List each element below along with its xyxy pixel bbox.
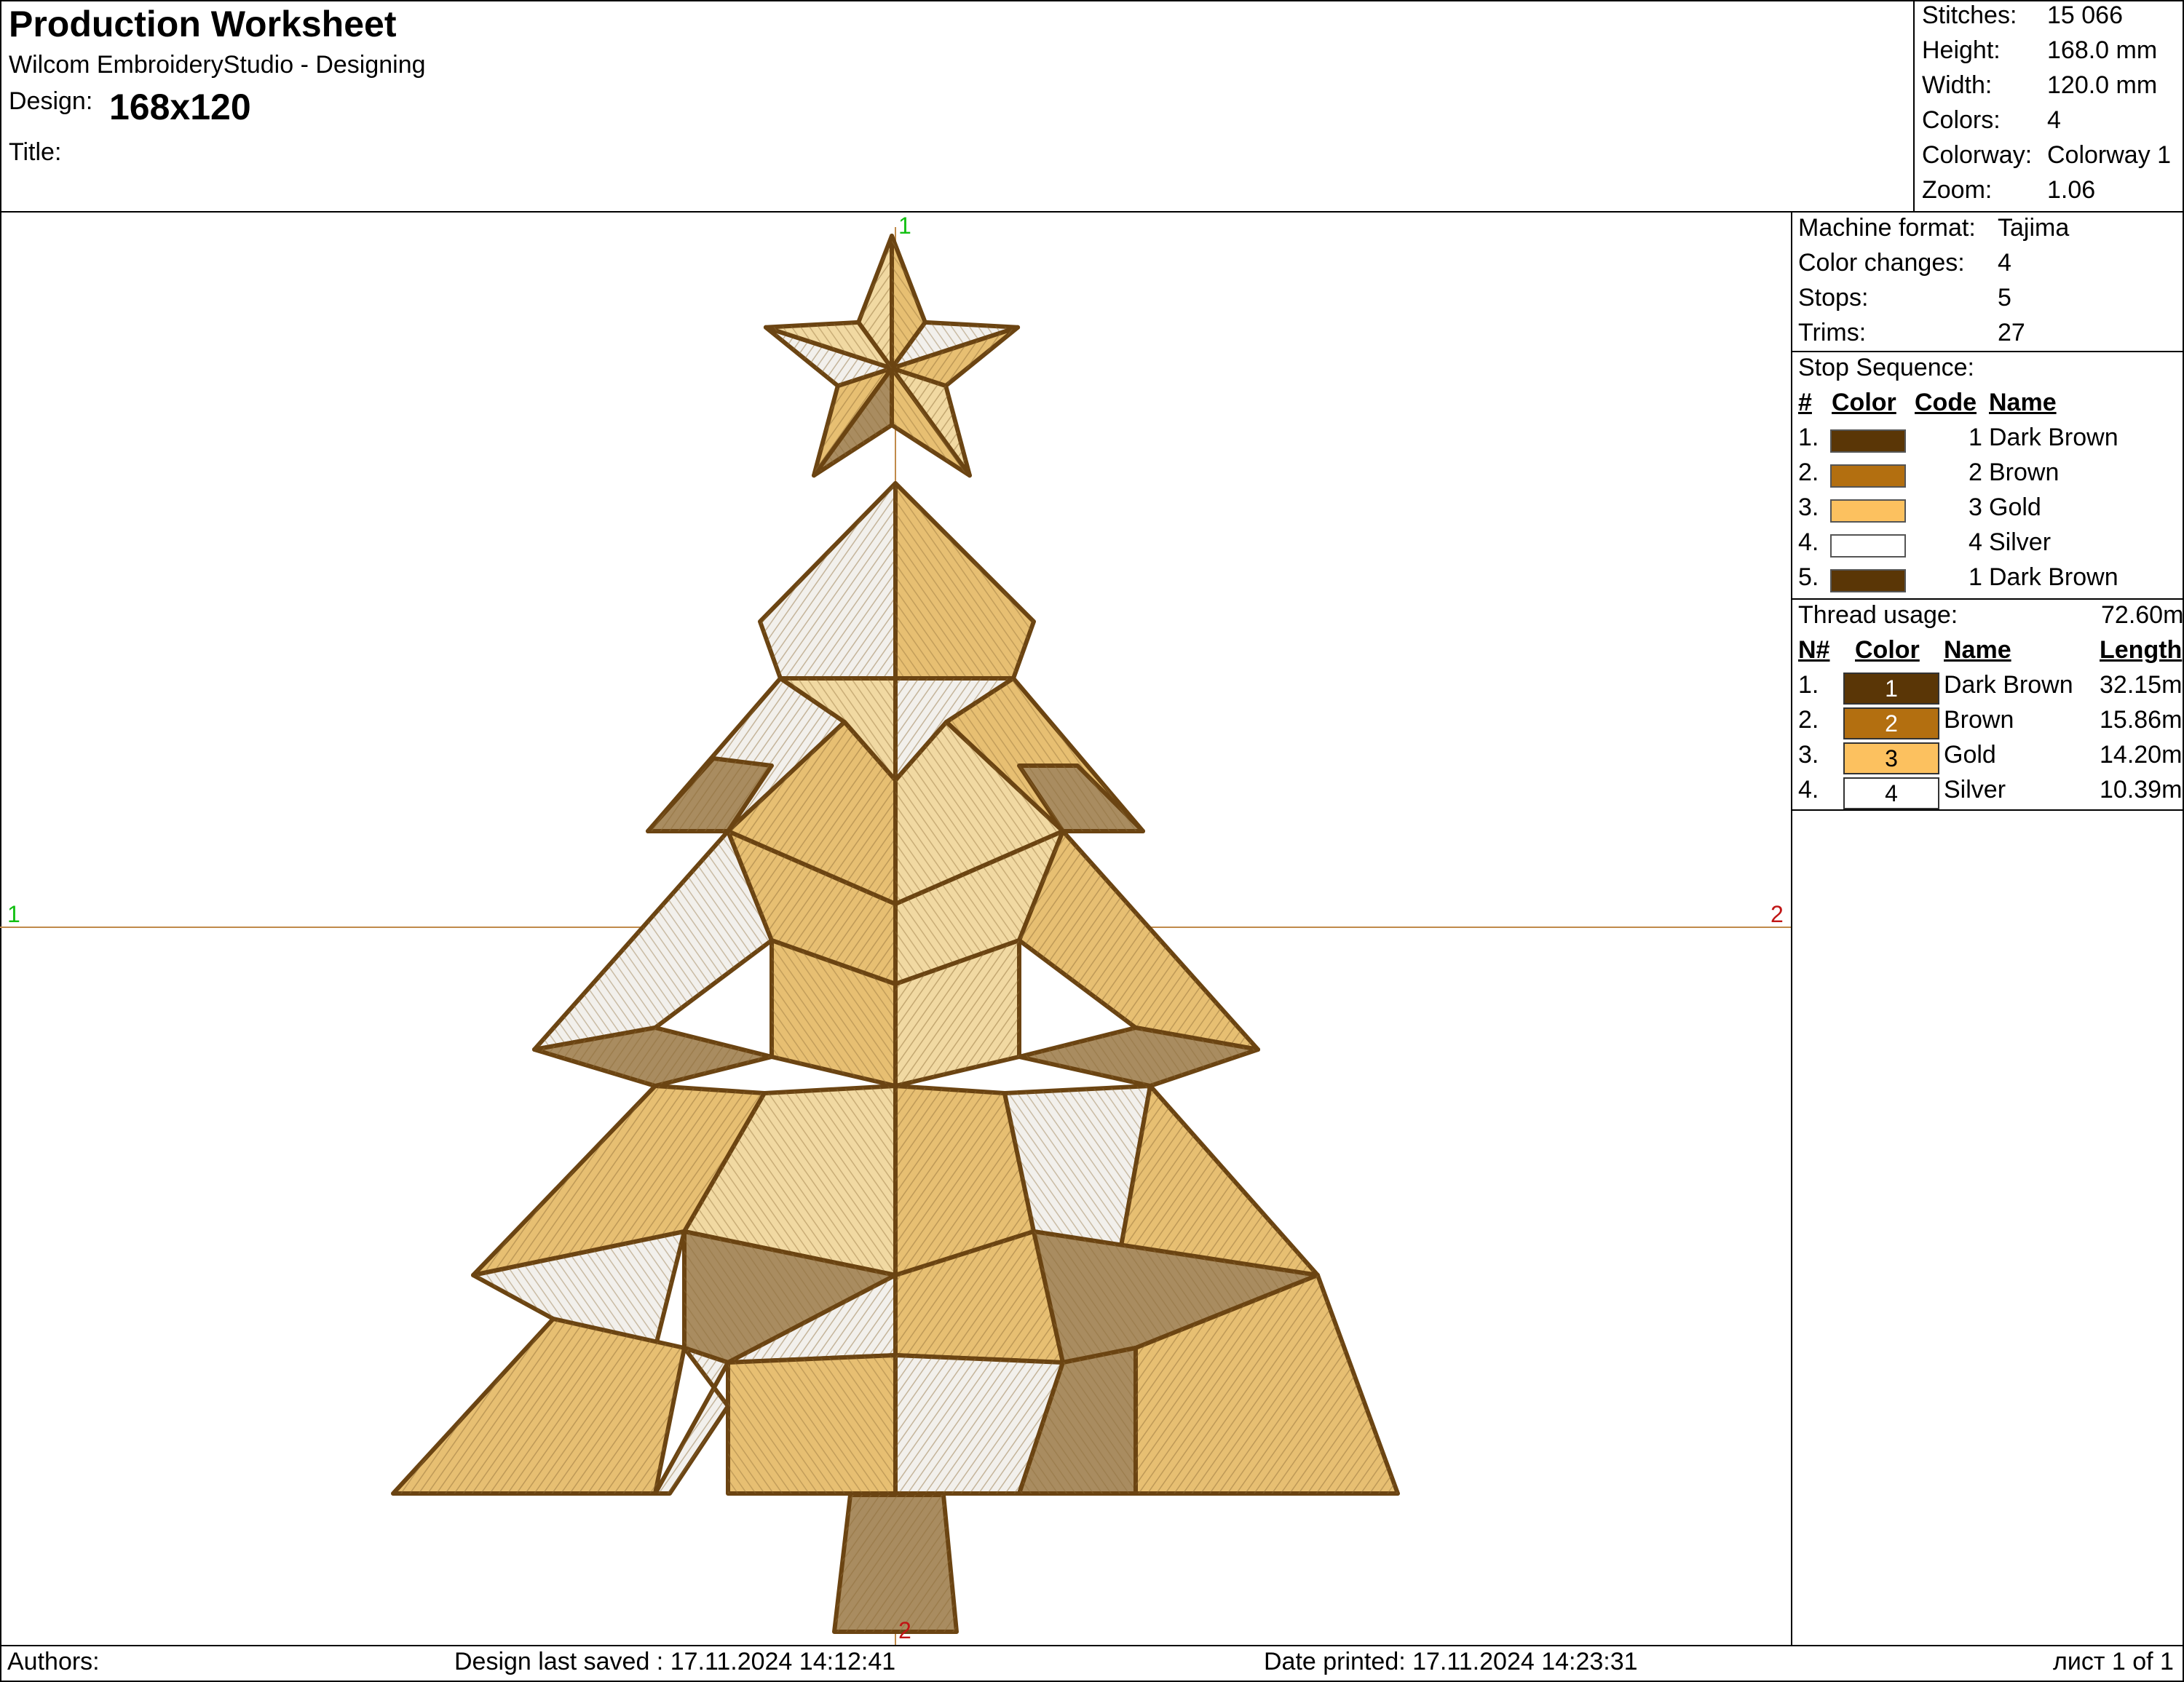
stop-row: 4. 4 Silver bbox=[1798, 528, 2052, 558]
color-swatch bbox=[1830, 499, 1906, 523]
stop-header-num: # bbox=[1798, 389, 1812, 416]
design-preview: 1 2 1 2 bbox=[0, 213, 1791, 1645]
thread-row: 4. 4 Silver 10.39m bbox=[1798, 776, 2182, 809]
thread-header-name: Name bbox=[1944, 636, 2011, 664]
worksheet-footer: Authors: Design last saved : 17.11.2024 … bbox=[0, 1646, 2184, 1682]
color-swatch bbox=[1830, 429, 1906, 453]
tree-facet-stitch-texture bbox=[393, 1319, 684, 1493]
design-last-saved: Design last saved : 17.11.2024 14:12:41 bbox=[454, 1648, 896, 1675]
stop-header-code: Code bbox=[1915, 389, 1977, 416]
thread-row: 2. 2 Brown 15.86m bbox=[1798, 706, 2182, 739]
panel-divider-3 bbox=[1792, 809, 2184, 811]
header-divider bbox=[1913, 0, 1915, 213]
guide-label-left: 1 bbox=[7, 901, 20, 927]
stop-sequence-title: Stop Sequence: bbox=[1798, 354, 1974, 381]
tree-facet-stitch-texture bbox=[1121, 1086, 1318, 1275]
guide-label-right: 2 bbox=[1770, 901, 1784, 927]
tree-facet-stitch-texture bbox=[534, 831, 772, 1050]
color-changes: Color changes: 4 bbox=[1798, 249, 2011, 277]
thread-color-chip: 4 bbox=[1843, 777, 1939, 809]
guide-label-bottom: 2 bbox=[898, 1617, 911, 1643]
design-label: Design: bbox=[9, 87, 93, 115]
thread-row: 1. 1 Dark Brown 32.15m bbox=[1798, 671, 2182, 705]
thread-color-chip: 1 bbox=[1843, 673, 1939, 705]
thread-usage: Thread usage: 72.60m N# Color Name Lengt… bbox=[1798, 600, 2183, 809]
thread-header-length: Length bbox=[2100, 636, 2183, 664]
tree-facet-stitch-texture bbox=[760, 483, 895, 678]
thread-header-color: Color bbox=[1855, 636, 1920, 664]
machine-format: Machine format: Tajima bbox=[1798, 214, 2070, 242]
stop-header-color: Color bbox=[1832, 389, 1896, 416]
thread-header-num: N# bbox=[1798, 636, 1830, 664]
color-swatch bbox=[1830, 569, 1906, 592]
authors-label: Authors: bbox=[7, 1648, 100, 1675]
stop-row: 2. 2 Brown bbox=[1798, 459, 2060, 488]
trims: Trims: 27 bbox=[1798, 319, 2025, 346]
application-name: Wilcom EmbroideryStudio - Designing bbox=[9, 51, 426, 79]
tree-facet-stitch-texture bbox=[728, 1355, 895, 1493]
thread-row: 3. 3 Gold 14.20m bbox=[1798, 741, 2182, 774]
tree-facet-stitch-texture bbox=[895, 483, 1034, 678]
thread-usage-total: 72.60m bbox=[2101, 601, 2184, 629]
thread-color-chip: 2 bbox=[1843, 707, 1939, 739]
worksheet-title: Production Worksheet bbox=[9, 4, 397, 44]
worksheet-header: Production Worksheet Wilcom EmbroiderySt… bbox=[0, 0, 1915, 211]
stop-row: 1. 1 Dark Brown bbox=[1798, 424, 2118, 453]
stops: Stops: 5 bbox=[1798, 284, 2011, 312]
thread-color-chip: 3 bbox=[1843, 742, 1939, 774]
color-swatch bbox=[1830, 534, 1906, 558]
title-label: Title: bbox=[9, 138, 62, 166]
stop-header-name: Name bbox=[1989, 389, 2057, 416]
date-printed: Date printed: 17.11.2024 14:23:31 bbox=[1264, 1648, 1638, 1675]
christmas-tree-embroidery bbox=[0, 227, 1791, 1645]
canvas-panel-divider bbox=[1791, 211, 1792, 1646]
tree-trunk-stitch-texture bbox=[834, 1495, 957, 1632]
stop-row: 3. 3 Gold bbox=[1798, 493, 2041, 523]
thread-usage-title: Thread usage: bbox=[1798, 601, 1958, 629]
tree-facet-stitch-texture bbox=[1019, 831, 1258, 1050]
design-name: 168x120 bbox=[109, 87, 251, 127]
design-stats: Stitches: 15 066 Height: 168.0 mm Width: 12… bbox=[1922, 1, 2172, 204]
guide-label-top: 1 bbox=[898, 213, 911, 239]
stop-sequence: Stop Sequence: # Color Code Name 1. 1 Da… bbox=[1798, 352, 2177, 592]
machine-info: Machine format: Tajima Color changes: 4 St… bbox=[1798, 213, 2177, 351]
color-swatch bbox=[1830, 464, 1906, 488]
page-number: лист 1 of 1 bbox=[2053, 1648, 2174, 1675]
stop-row: 5. 1 Dark Brown bbox=[1798, 563, 2118, 592]
